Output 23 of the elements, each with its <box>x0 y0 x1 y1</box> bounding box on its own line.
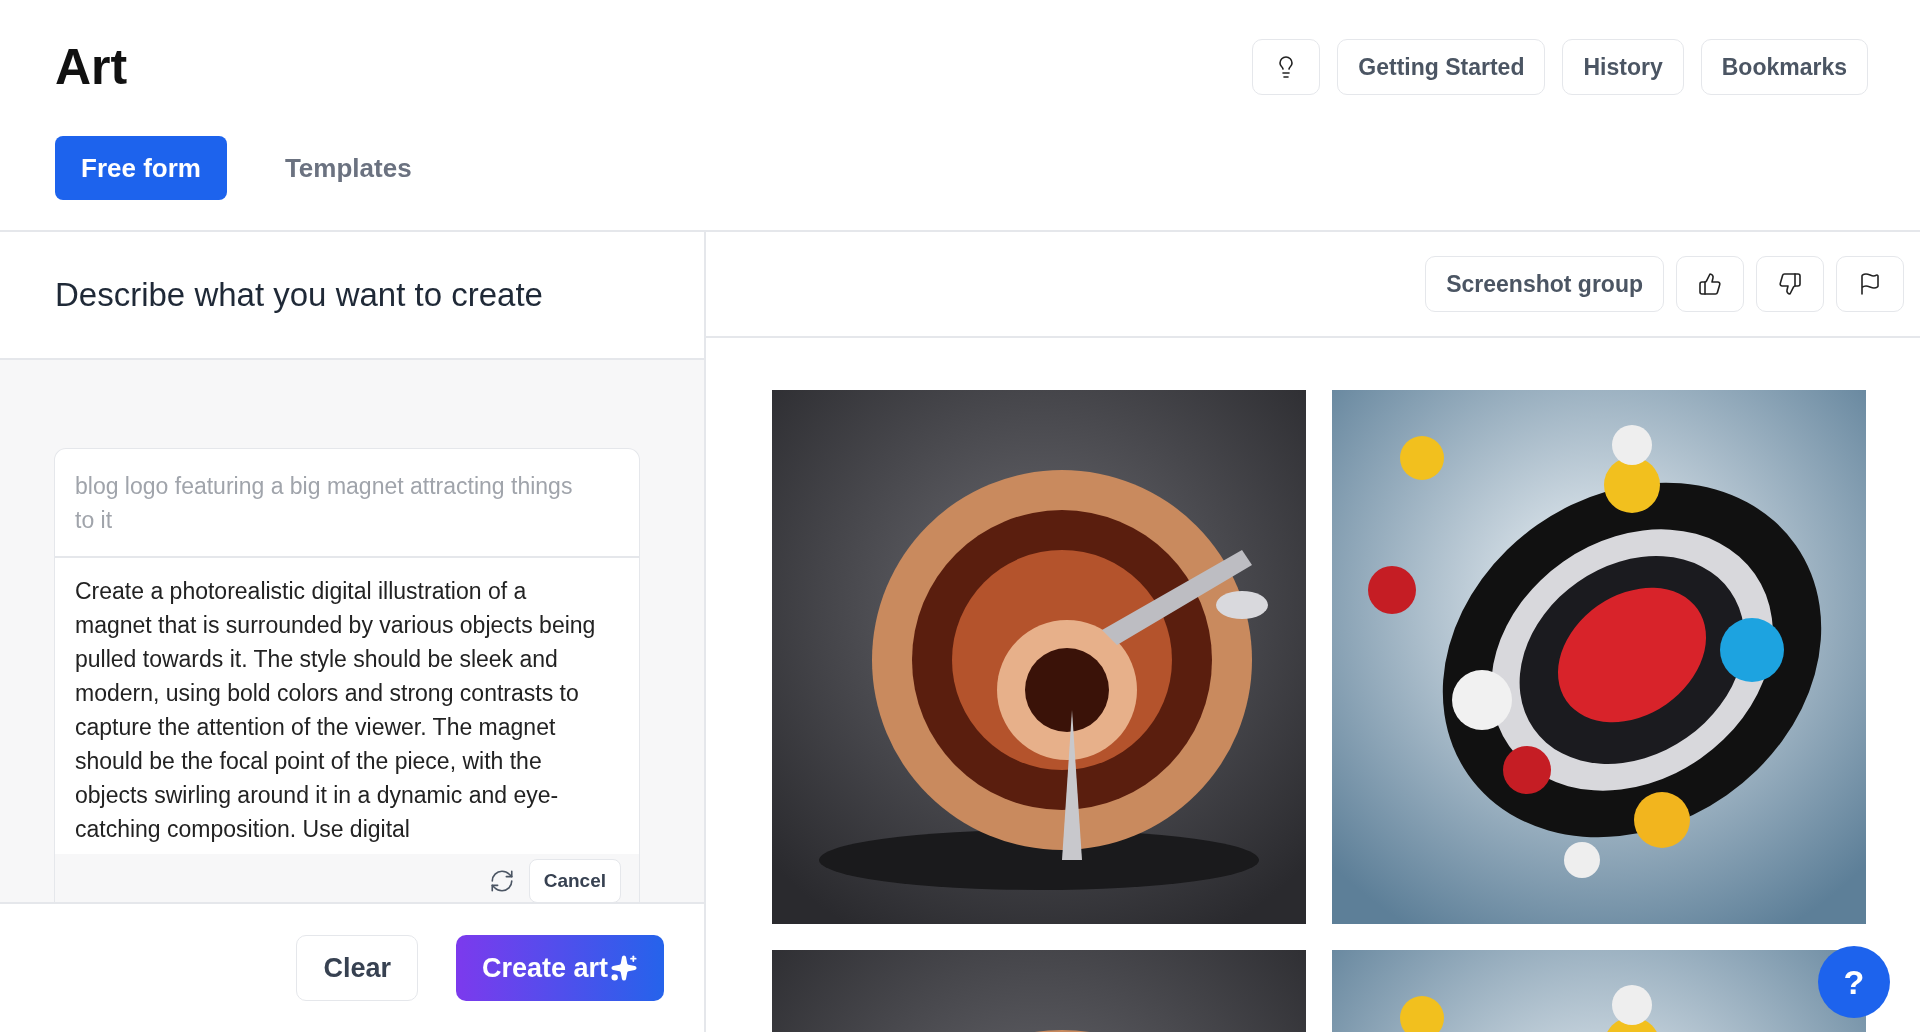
refresh-icon[interactable] <box>488 868 515 894</box>
sparkle-icon <box>610 954 638 982</box>
thumbs-up-button[interactable] <box>1676 256 1744 312</box>
header-button[interactable]: Bookmarks <box>1700 39 1868 95</box>
header-button[interactable]: Getting Started <box>1337 39 1546 95</box>
help-button[interactable]: ? <box>1818 946 1890 1018</box>
thumbs-down-icon <box>1778 272 1802 296</box>
flag-icon <box>1858 272 1882 296</box>
cancel-button[interactable]: Cancel <box>528 859 621 903</box>
clear-button[interactable]: Clear <box>296 935 418 1001</box>
header-button[interactable]: History <box>1562 39 1684 95</box>
screenshot-group-button[interactable]: Screenshot group <box>1425 256 1664 312</box>
prompt-field[interactable]: blog logo featuring a big magnet attracting things to it <box>54 448 640 558</box>
section-heading: Describe what you want to create <box>55 276 543 314</box>
thumbs-up-icon <box>1698 272 1722 296</box>
create-art-button[interactable]: Create art <box>455 935 664 1001</box>
tab[interactable]: Templates <box>258 136 438 200</box>
flag-button[interactable] <box>1836 256 1904 312</box>
theme-toggle-button[interactable] <box>1252 39 1321 95</box>
page-title: Art <box>55 38 128 96</box>
generated-description: Create a photorealistic digital illustration of a magnet that is surrounded by various objects being pulled towards it. The style should be sleek and modern, using bold colors and strong contrasts to capture the attention of the viewer. The magnet should be the focal point of the piece, with the objects swirling around it in a dynamic and eye-catching composition. Use digital <box>54 558 640 854</box>
thumbs-down-button[interactable] <box>1756 256 1824 312</box>
tab[interactable]: Free form <box>55 136 227 200</box>
